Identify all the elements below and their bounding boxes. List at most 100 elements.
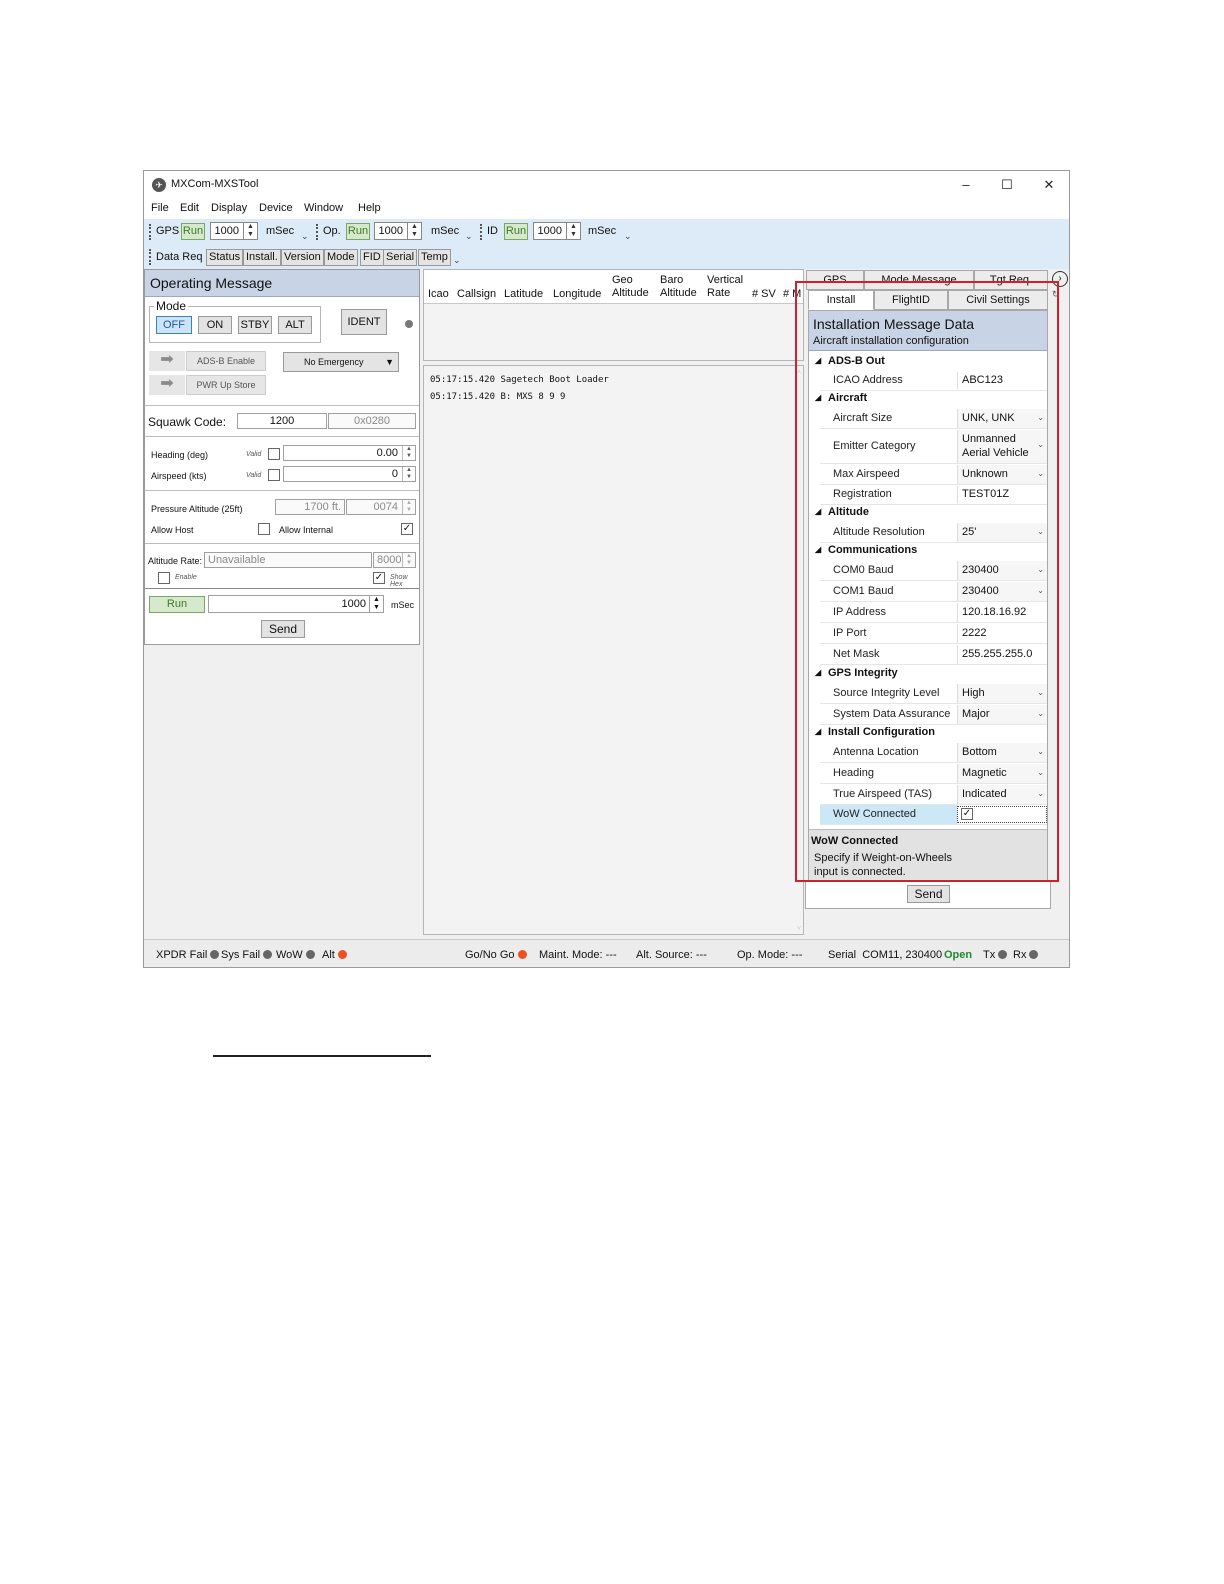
id-run-button[interactable]: Run — [504, 223, 528, 240]
overflow-icon[interactable]: ⌄ — [301, 231, 309, 242]
menu-window[interactable]: Window — [304, 202, 343, 214]
overflow-icon[interactable]: ⌄ — [624, 231, 632, 242]
gps-run-button[interactable]: Run — [181, 223, 205, 240]
chevron-down-icon: ▼ — [385, 357, 394, 367]
message-log[interactable]: 05:17:15.420 Sagetech Boot Loader 05:17:… — [423, 365, 804, 935]
menu-file[interactable]: File — [151, 202, 169, 214]
minimize-button[interactable]: – — [954, 175, 978, 195]
emergency-select[interactable]: No Emergency ▼ — [283, 352, 399, 372]
pressure-hex-value: 0074 — [373, 501, 398, 513]
divider — [145, 588, 419, 589]
col-longitude[interactable]: Longitude — [553, 288, 601, 301]
mode-off-button[interactable]: OFF — [156, 316, 192, 334]
log-line: 05:17:15.420 B: MXS 8 9 9 — [430, 392, 566, 402]
allow-host-checkbox[interactable] — [258, 523, 270, 535]
col-vertical-rate[interactable]: Vertical Rate — [707, 274, 743, 300]
spinner-arrows-icon[interactable]: ▲ ▼ — [402, 446, 415, 460]
gps-interval-spinner[interactable]: 1000 ▲ ▼ — [210, 222, 258, 240]
airspeed-input[interactable]: 0 ▲ ▼ — [283, 466, 416, 482]
maximize-button[interactable]: ☐ — [995, 175, 1019, 195]
req-serial-button[interactable]: Serial — [383, 249, 418, 266]
req-version-button[interactable]: Version — [281, 249, 324, 266]
data-request-toolbar: Data Req Status Install. Version Mode FI… — [144, 245, 1069, 269]
pwr-up-store-button[interactable]: PWR Up Store — [186, 375, 266, 395]
status-dot-icon — [337, 950, 347, 959]
col-baro-altitude[interactable]: Baro Altitude — [660, 274, 697, 300]
menu-display[interactable]: Display — [211, 202, 247, 214]
divider — [145, 405, 419, 406]
id-interval-spinner[interactable]: 1000 ▲ ▼ — [533, 222, 581, 240]
operating-interval-value: 1000 — [341, 598, 366, 610]
req-install-button[interactable]: Install. — [243, 249, 281, 266]
mode-stby-button[interactable]: STBY — [238, 316, 272, 334]
spinner-arrows-icon[interactable]: ▲ ▼ — [369, 596, 383, 612]
req-fid-button[interactable]: FID — [360, 249, 384, 266]
ident-button[interactable]: IDENT — [341, 309, 387, 335]
show-hex-checkbox[interactable]: ✓ — [373, 572, 385, 584]
spinner-arrows-icon[interactable]: ▲ ▼ — [407, 223, 421, 239]
status-dot-icon — [210, 950, 220, 959]
op-label: Op. — [323, 225, 341, 237]
overflow-icon[interactable]: ⌄ — [465, 231, 473, 242]
close-button[interactable]: ✕ — [1037, 175, 1061, 195]
target-table[interactable]: Icao Callsign Latitude Longitude Geo Alt… — [423, 269, 804, 361]
altitude-rate-number: 8000 ▲ ▼ — [373, 552, 416, 568]
operating-interval-input[interactable]: 1000 ▲ ▼ — [208, 595, 384, 613]
status-rx: Rx — [1013, 949, 1039, 961]
col-latitude[interactable]: Latitude — [504, 288, 543, 301]
menu-help[interactable]: Help — [358, 202, 381, 214]
spinner-arrows-icon[interactable]: ▲ ▼ — [243, 223, 257, 239]
allow-internal-label: Allow Internal — [279, 525, 334, 535]
op-interval-spinner[interactable]: 1000 ▲ ▼ — [374, 222, 422, 240]
status-dot-icon — [517, 950, 527, 959]
squawk-input[interactable]: 1200 — [237, 413, 327, 429]
col-sv[interactable]: # SV — [752, 288, 776, 301]
ident-indicator-icon — [405, 320, 413, 328]
heading-value: 0.00 — [376, 447, 398, 459]
gps-interval-value: 1000 — [214, 225, 239, 237]
menu-bar: File Edit Display Device Window Help — [144, 199, 1069, 219]
squawk-label: Squawk Code: — [148, 415, 227, 429]
pressure-altitude-hex: 0074 ▲ ▼ — [346, 499, 416, 515]
op-run-button[interactable]: Run — [346, 223, 370, 240]
spinner-arrows-icon[interactable]: ▲ ▼ — [566, 223, 580, 239]
operating-message-panel: Operating Message Mode OFF ON STBY ALT I… — [144, 269, 420, 645]
mode-alt-button[interactable]: ALT — [278, 316, 312, 334]
toolbar-grip[interactable] — [480, 224, 482, 240]
spinner-arrows-icon[interactable]: ▲ ▼ — [402, 467, 415, 481]
status-sys: Sys Fail — [221, 949, 273, 961]
toolbar-grip[interactable] — [149, 224, 151, 240]
heading-valid-checkbox[interactable] — [268, 448, 280, 460]
divider — [145, 490, 419, 491]
menu-device[interactable]: Device — [259, 202, 293, 214]
highlight-box — [795, 281, 1059, 882]
operating-run-button[interactable]: Run — [149, 596, 205, 613]
show-hex-label: Show Hex — [390, 574, 408, 588]
status-label: Rx — [1013, 949, 1027, 961]
allow-internal-checkbox[interactable]: ✓ — [401, 523, 413, 535]
install-send-button[interactable]: Send — [907, 885, 950, 903]
col-callsign[interactable]: Callsign — [457, 288, 496, 301]
req-status-button[interactable]: Status — [206, 249, 244, 266]
polling-toolbar: GPS Run 1000 ▲ ▼ mSec ⌄ Op. Run 1000 ▲ ▼ mSe… — [144, 219, 1069, 245]
col-icao[interactable]: Icao — [428, 288, 449, 301]
req-temp-button[interactable]: Temp — [418, 249, 451, 266]
airspeed-valid-checkbox[interactable] — [268, 469, 280, 481]
altrate-enable-checkbox[interactable] — [158, 572, 170, 584]
toolbar-grip[interactable] — [316, 224, 318, 240]
data-req-label: Data Req — [156, 251, 203, 263]
status-dot-icon — [998, 950, 1008, 959]
menu-edit[interactable]: Edit — [180, 202, 199, 214]
toolbar-grip[interactable] — [149, 249, 151, 265]
operating-send-button[interactable]: Send — [261, 620, 305, 638]
mode-on-button[interactable]: ON — [198, 316, 232, 334]
enable-label: Enable — [175, 574, 197, 581]
adsb-enable-button[interactable]: ADS-B Enable — [186, 351, 266, 371]
scroll-down-icon[interactable]: ˅ — [797, 924, 801, 932]
overflow-icon[interactable]: ⌄ — [453, 255, 461, 266]
req-mode-button[interactable]: Mode — [324, 249, 358, 266]
heading-input[interactable]: 0.00 ▲ ▼ — [283, 445, 416, 461]
col-geo-altitude[interactable]: Geo Altitude — [612, 274, 649, 300]
divider — [145, 543, 419, 544]
target-table-header: Icao Callsign Latitude Longitude Geo Alt… — [424, 270, 803, 304]
